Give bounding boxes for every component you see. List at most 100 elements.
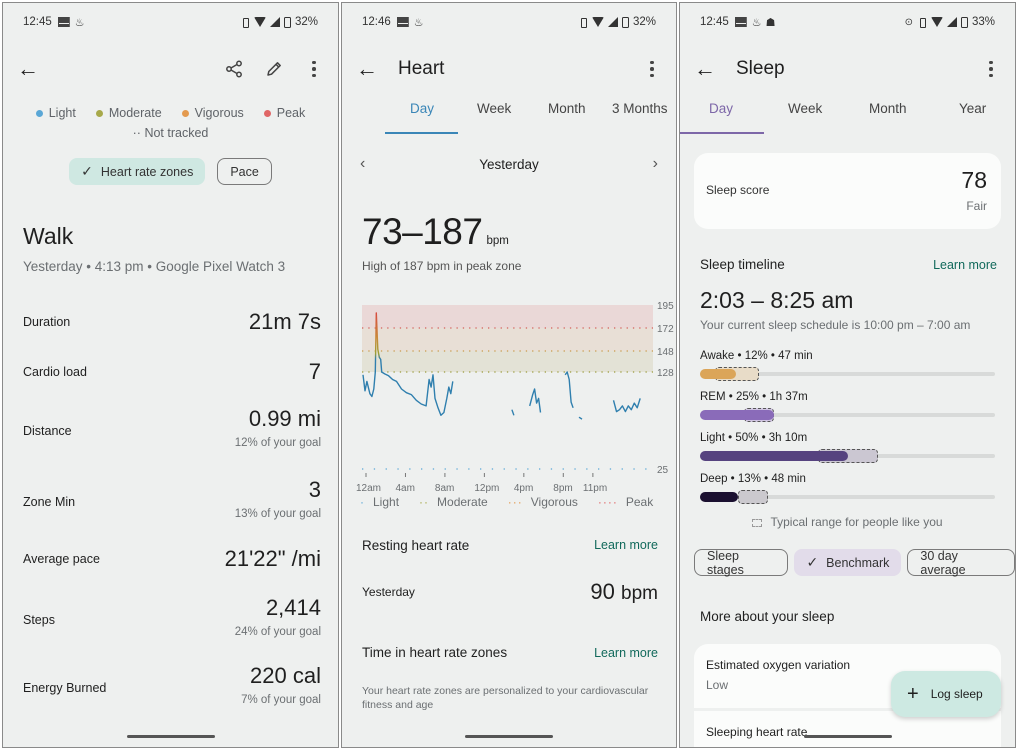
legend-light: · Light bbox=[360, 495, 400, 509]
more-options-icon[interactable] bbox=[642, 59, 662, 79]
30-day-average-chip[interactable]: 30 day average bbox=[907, 549, 1015, 577]
tab-week[interactable]: Week bbox=[477, 101, 511, 116]
stat-goal-percent: 24% of your goal bbox=[234, 626, 321, 638]
more-about-sleep-title: More about your sleep bbox=[700, 609, 835, 624]
sleep-stage-label: Awake • 12% • 47 min bbox=[700, 350, 813, 362]
stat-value: 2,414 bbox=[265, 595, 321, 620]
back-arrow-icon[interactable]: ← bbox=[17, 56, 43, 82]
oxygen-variation-value: Low bbox=[706, 678, 729, 692]
more-options-icon[interactable] bbox=[304, 59, 324, 79]
legend-light: Light bbox=[35, 106, 76, 120]
back-arrow-icon[interactable]: ← bbox=[694, 56, 720, 82]
heart-rate-chart[interactable]: 25 128 148 172 195 12am 4am 8am 12pm 4pm 8pm 11pm bbox=[352, 293, 677, 493]
stat-value: 21'22" /mi bbox=[224, 546, 321, 571]
gesture-nav-bar[interactable] bbox=[465, 735, 553, 738]
y-tick-label: 172 bbox=[657, 324, 674, 335]
period-tabs: Day Week Month 3 Months bbox=[342, 101, 676, 135]
stat-value: 3 bbox=[308, 477, 321, 502]
typical-range-icon bbox=[752, 518, 763, 527]
sleep-score-card[interactable]: Sleep score 78 Fair bbox=[694, 153, 1001, 229]
tab-year[interactable]: Year bbox=[959, 101, 986, 116]
activity-subtitle: Yesterday • 4:13 pm • Google Pixel Watch… bbox=[23, 259, 286, 274]
heart-rate-line-segment bbox=[511, 409, 515, 416]
heart-rate-zones-chip[interactable]: ✓ Heart rate zones bbox=[69, 158, 206, 185]
stat-value: 220 cal bbox=[250, 663, 321, 688]
hr-zones-learn-more-link[interactable]: Learn more bbox=[594, 646, 658, 660]
sleep-stage-bar bbox=[700, 410, 774, 420]
tab-day[interactable]: Day bbox=[410, 101, 434, 116]
signal-icon bbox=[607, 17, 618, 27]
heart-chart-legend: · Light ·· Moderate ··· Vigorous ···· Peak bbox=[360, 495, 653, 509]
log-sleep-button[interactable]: + Log sleep bbox=[891, 671, 1001, 717]
heart-rate-range: 73–187 bpm bbox=[362, 211, 509, 252]
resting-hr-label: Yesterday bbox=[362, 585, 415, 599]
y-tick-label: 25 bbox=[657, 465, 669, 476]
share-icon[interactable] bbox=[224, 59, 244, 79]
stat-value: 0.99 mi bbox=[248, 406, 321, 431]
stat-value: 7 bbox=[308, 359, 321, 384]
stat-goal-percent: 7% of your goal bbox=[241, 694, 321, 706]
status-time: 12:45 bbox=[23, 16, 52, 28]
status-time: 12:45 bbox=[700, 16, 729, 28]
edit-pencil-icon[interactable] bbox=[264, 59, 284, 79]
legend-moderate: ·· Moderate bbox=[419, 495, 488, 509]
plus-icon: + bbox=[907, 682, 919, 705]
sleep-score-value: 78 bbox=[961, 167, 987, 193]
x-tick-label: 11pm bbox=[583, 483, 607, 493]
heart-screen: 12:46 ♨ 32% ← Heart Day Week Month 3 Mon… bbox=[341, 2, 677, 748]
app-bar: ← Sleep bbox=[680, 51, 1015, 87]
legend-peak: ···· Peak bbox=[597, 495, 654, 509]
peak-zone-band bbox=[362, 305, 653, 328]
benchmark-chip[interactable]: ✓ Benchmark bbox=[794, 549, 902, 576]
heart-rate-line-segment bbox=[529, 388, 542, 413]
notification-icon: ♨ bbox=[74, 16, 85, 29]
legend-peak: Peak bbox=[263, 106, 305, 120]
legend-moderate: Moderate bbox=[95, 106, 162, 120]
sleep-schedule: Your current sleep schedule is 10:00 pm … bbox=[700, 318, 971, 332]
tab-3-months[interactable]: 3 Months bbox=[612, 101, 668, 116]
battery-level: 32% bbox=[632, 16, 656, 28]
status-bar: 12:45 ♨ ☗ ⊙ 33% bbox=[700, 13, 995, 31]
active-tab-indicator bbox=[385, 132, 458, 134]
chart-mode-chips: ✓ Heart rate zones Pace bbox=[3, 158, 338, 185]
legend-vigorous: Vigorous bbox=[181, 106, 244, 120]
x-tick-label: 8pm bbox=[553, 483, 572, 493]
gesture-nav-bar[interactable] bbox=[126, 735, 215, 738]
heart-rate-range-subtitle: High of 187 bpm in peak zone bbox=[362, 259, 522, 273]
sleep-stage-bar bbox=[700, 451, 848, 461]
stat-goal-percent: 12% of your goal bbox=[234, 437, 321, 449]
next-day-icon[interactable]: › bbox=[653, 155, 658, 173]
notification-icon: ♨ bbox=[751, 16, 762, 29]
signal-icon bbox=[269, 17, 280, 27]
y-tick-label: 195 bbox=[657, 301, 674, 312]
x-tick-label: 8am bbox=[435, 483, 454, 493]
gesture-nav-bar[interactable] bbox=[803, 735, 892, 738]
oxygen-variation-label: Estimated oxygen variation bbox=[706, 658, 851, 672]
sleep-timeline-learn-more-link[interactable]: Learn more bbox=[933, 258, 997, 272]
wifi-icon bbox=[591, 17, 604, 27]
vibrate-icon bbox=[240, 17, 250, 28]
stat-label: Distance bbox=[23, 424, 72, 438]
resting-hr-learn-more-link[interactable]: Learn more bbox=[594, 538, 658, 552]
back-arrow-icon[interactable]: ← bbox=[356, 56, 382, 82]
heart-rate-line-segment bbox=[612, 398, 641, 413]
tab-month[interactable]: Month bbox=[548, 101, 586, 116]
sleep-view-chips: Sleep stages ✓ Benchmark 30 day average bbox=[694, 549, 1015, 577]
mail-icon bbox=[734, 17, 747, 27]
tab-month[interactable]: Month bbox=[869, 101, 907, 116]
vibrate-icon bbox=[917, 17, 927, 28]
tab-day[interactable]: Day bbox=[709, 101, 733, 116]
more-options-icon[interactable] bbox=[981, 59, 1001, 79]
sleep-stages-chip[interactable]: Sleep stages bbox=[694, 549, 789, 577]
tab-week[interactable]: Week bbox=[788, 101, 822, 116]
pace-chip[interactable]: Pace bbox=[217, 158, 272, 185]
activity-title: Walk bbox=[23, 223, 74, 249]
period-tabs: Day Week Month Year bbox=[680, 101, 1015, 135]
heart-rate-line-segment bbox=[578, 416, 583, 420]
x-tick-label: 12pm bbox=[474, 483, 499, 493]
mail-icon bbox=[396, 17, 409, 27]
status-bar: 12:46 ♨ 32% bbox=[362, 13, 656, 31]
sleep-score-rating: Fair bbox=[966, 199, 987, 213]
sleep-stage-row: Deep • 13% • 48 min bbox=[700, 473, 995, 507]
hr-zones-note: Your heart rate zones are personalized t… bbox=[362, 685, 649, 711]
